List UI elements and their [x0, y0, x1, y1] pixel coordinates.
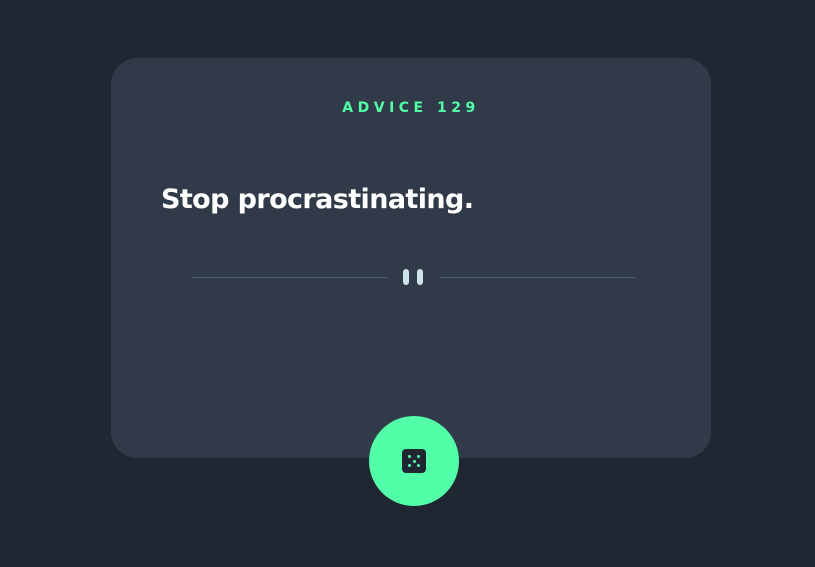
- advice-quote: Stop procrastinating.: [161, 184, 474, 215]
- divider-line-right: [439, 277, 635, 278]
- divider-line-left: [191, 277, 387, 278]
- dice-icon: [402, 449, 426, 473]
- page: ADVICE 129 Stop procrastinating.: [0, 0, 815, 567]
- pause-icon: [403, 269, 423, 285]
- advice-card: ADVICE 129 Stop procrastinating.: [111, 58, 711, 458]
- divider: [191, 266, 635, 288]
- advice-id-label: ADVICE 129: [342, 100, 480, 116]
- generate-advice-button[interactable]: [369, 416, 459, 506]
